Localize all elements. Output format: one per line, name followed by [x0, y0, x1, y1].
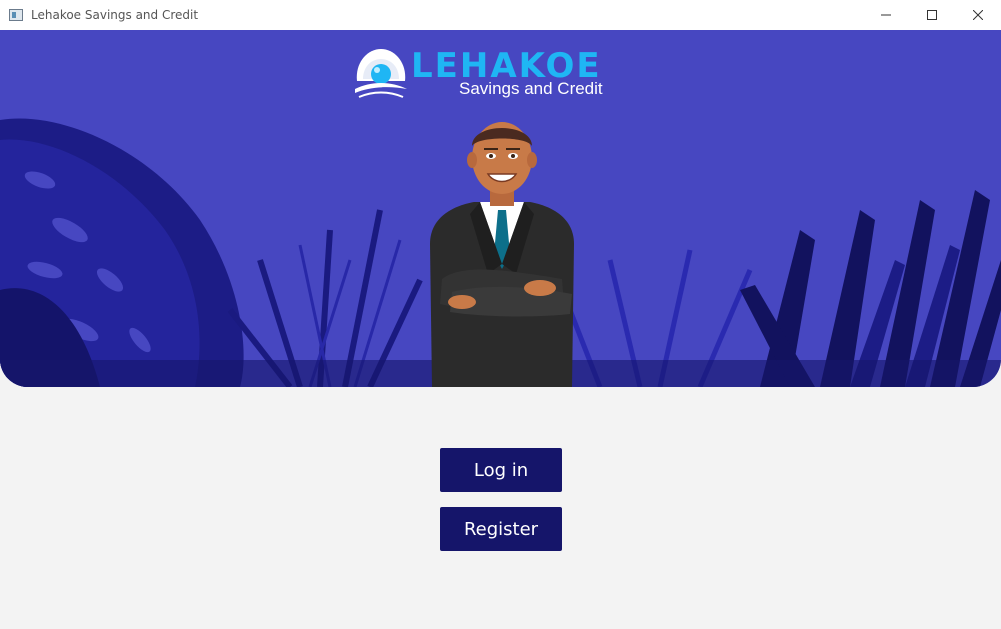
login-button[interactable]: Log in: [440, 448, 562, 492]
app-icon: [9, 9, 23, 21]
register-button[interactable]: Register: [440, 507, 562, 551]
maximize-button[interactable]: [909, 0, 955, 30]
minimize-icon: [881, 14, 891, 16]
minimize-button[interactable]: [863, 0, 909, 30]
close-icon: [973, 10, 983, 20]
brand-logo: LEHAKOE Savings and Credit: [353, 45, 663, 105]
window-titlebar: Lehakoe Savings and Credit: [0, 0, 1001, 31]
logo-wordmark: LEHAKOE: [411, 46, 602, 86]
close-button[interactable]: [955, 0, 1001, 30]
window-controls: [863, 0, 1001, 30]
hero-banner: LEHAKOE Savings and Credit: [0, 30, 1001, 387]
window-title: Lehakoe Savings and Credit: [31, 8, 199, 22]
businessman-illustration: [430, 122, 574, 387]
maximize-icon: [927, 10, 937, 20]
shell-pearl-icon: [355, 49, 407, 98]
logo-subtitle: Savings and Credit: [459, 79, 603, 98]
